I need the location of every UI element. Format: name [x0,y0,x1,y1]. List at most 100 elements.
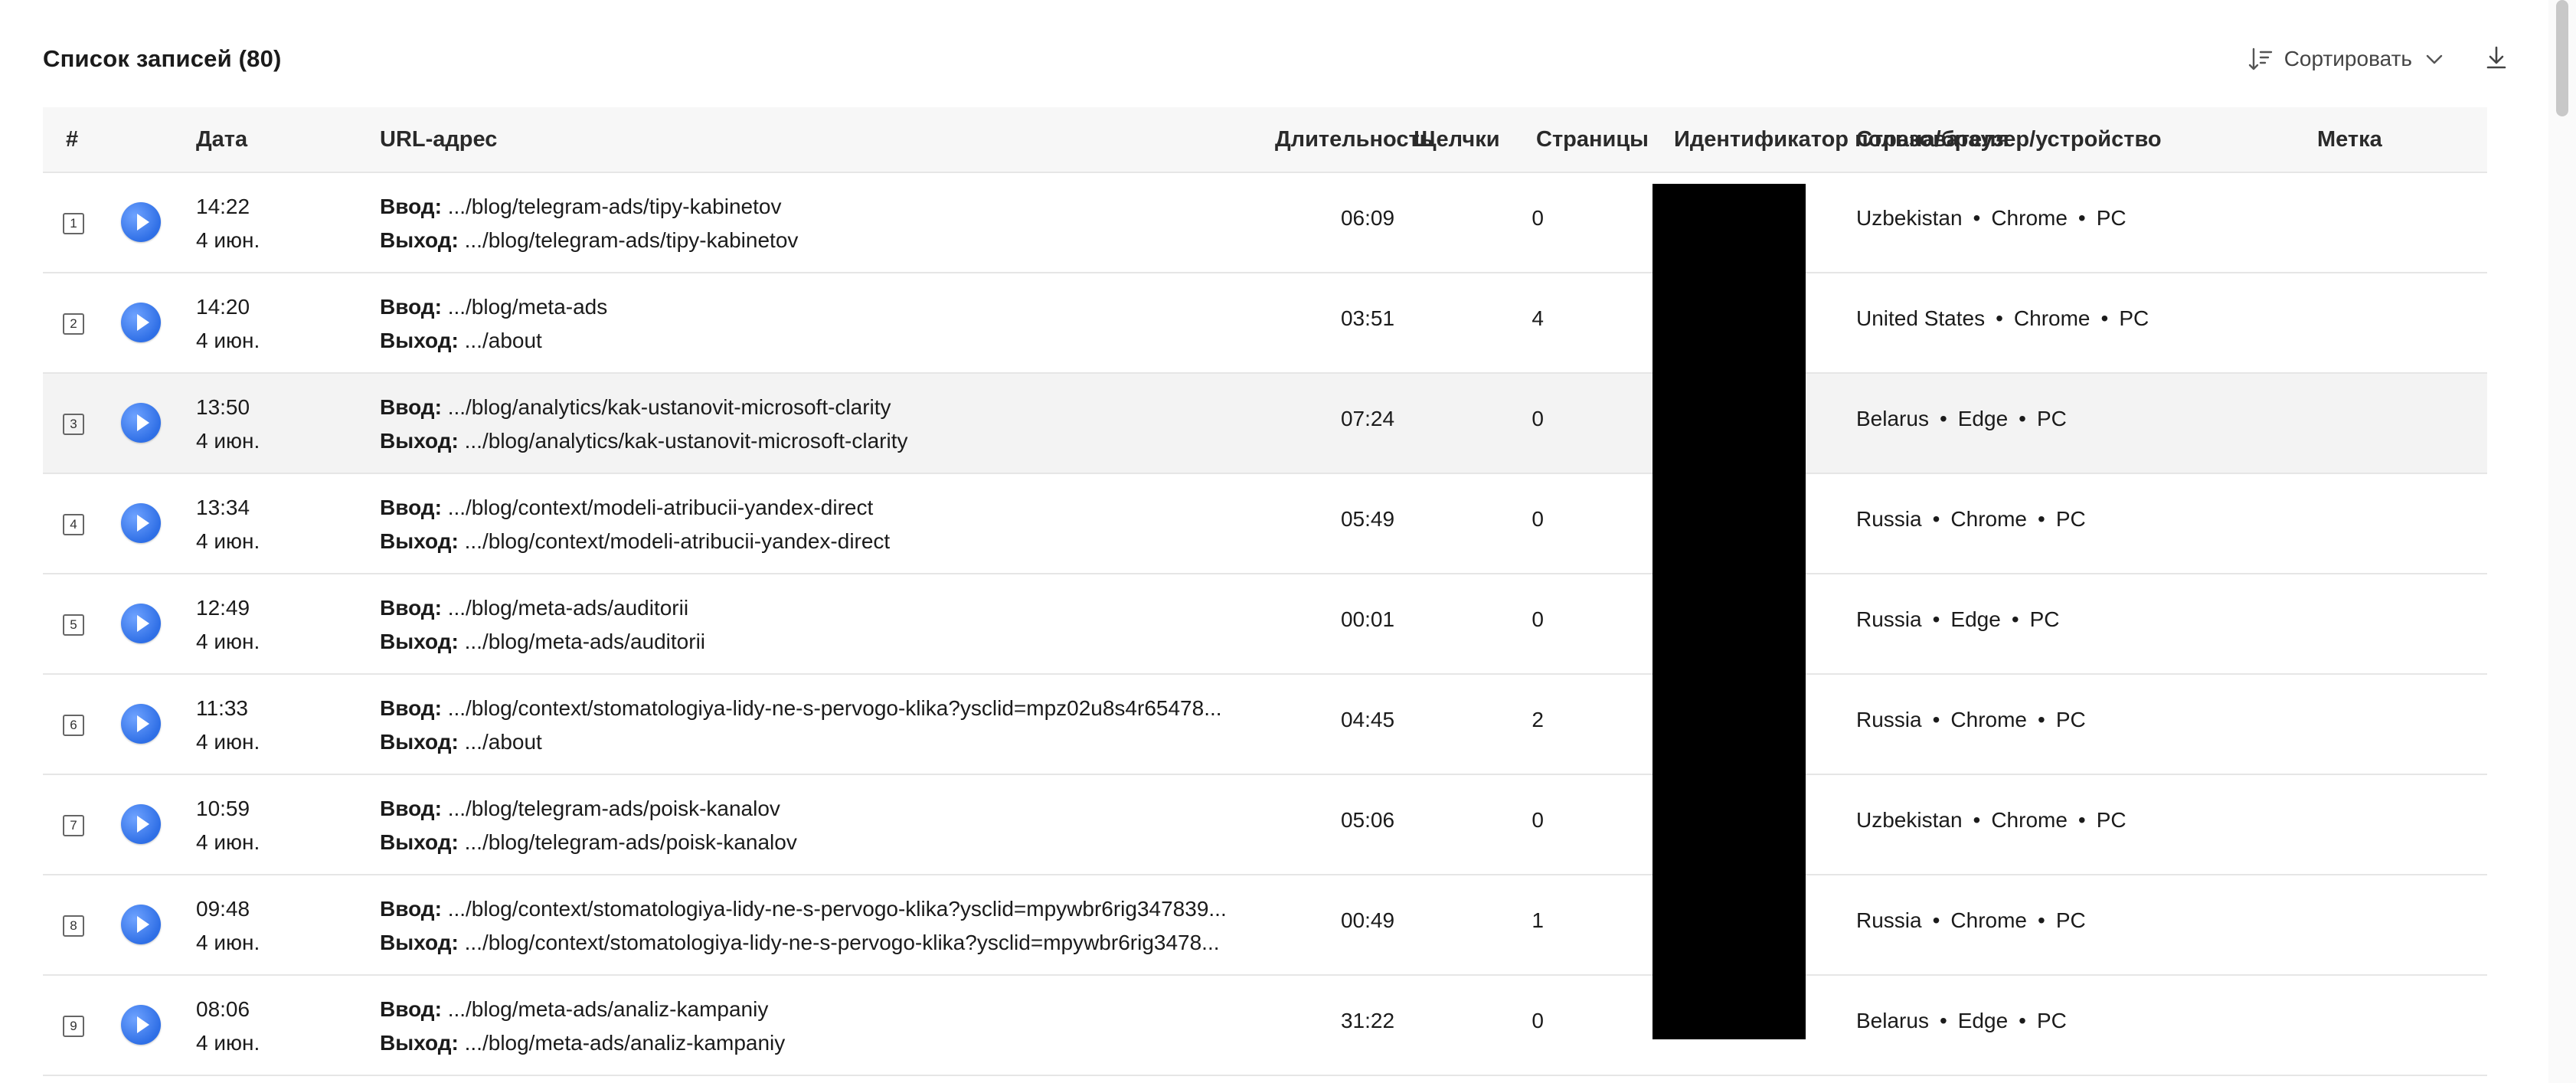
device: PC [2096,808,2127,832]
table-row[interactable]: 4 13:34 4 июн. Ввод: .../blog/context/model… [43,474,2487,574]
table-row[interactable]: 7 10:59 4 июн. Ввод: .../blog/telegram-ads/… [43,775,2487,875]
table-row[interactable]: 3 13:50 4 июн. Ввод: .../blog/analytics/kak… [43,374,2487,474]
play-recording-button[interactable] [121,202,161,242]
country: Russia [1856,607,1922,631]
browser: Edge [1950,607,2001,631]
url-cell: Ввод: .../blog/meta-ads/analiz-kampaniy В… [380,993,1283,1060]
exit-url[interactable]: .../about [465,730,542,754]
device: PC [2055,908,2086,932]
play-recording-button[interactable] [121,1005,161,1045]
exit-url[interactable]: .../blog/context/modeli-atribucii-yandex… [465,529,891,553]
play-icon [137,816,149,833]
exit-url[interactable]: .../blog/analytics/kak-ustanovit-microso… [465,429,908,453]
date-cell: 08:06 4 июн. [196,993,260,1060]
entry-url-line: Ввод: .../blog/meta-ads/auditorii [380,591,1283,625]
exit-url[interactable]: .../about [465,329,542,352]
entry-url[interactable]: .../blog/analytics/kak-ustanovit-microso… [448,395,891,419]
row-date: 4 июн. [196,228,260,252]
entry-url[interactable]: .../blog/telegram-ads/poisk-kanalov [448,797,780,820]
device: PC [2055,507,2086,531]
browser: Chrome [1950,708,2027,731]
exit-url[interactable]: .../blog/meta-ads/analiz-kampaniy [465,1031,786,1055]
col-header-tag[interactable]: Метка [2317,107,2382,172]
clicks-cell: 0 [1532,407,1544,430]
entry-url[interactable]: .../blog/meta-ads/analiz-kampaniy [448,997,769,1021]
entry-label: Ввод: [380,997,442,1021]
exit-label: Выход: [380,630,459,653]
col-header-duration[interactable]: Длительность [1275,107,1433,172]
entry-url[interactable]: .../blog/context/modeli-atribucii-yandex… [448,496,874,519]
entry-url-line: Ввод: .../blog/context/stomatologiya-lid… [380,692,1283,725]
row-date: 4 июн. [196,529,260,553]
separator-dot: • [1932,607,1940,631]
entry-url-line: Ввод: .../blog/context/modeli-atribucii-… [380,491,1283,525]
entry-url[interactable]: .../blog/telegram-ads/tipy-kabinetov [448,195,782,218]
entry-url-line: Ввод: .../blog/telegram-ads/tipy-kabinet… [380,190,1283,224]
browser: Edge [1957,407,2009,430]
entry-url[interactable]: .../blog/context/stomatologiya-lidy-ne-s… [448,696,1222,720]
exit-url[interactable]: .../blog/telegram-ads/tipy-kabinetov [465,228,799,252]
entry-url-line: Ввод: .../blog/meta-ads [380,290,1283,324]
table-row[interactable]: 9 08:06 4 июн. Ввод: .../blog/meta-ads/anal… [43,976,2487,1076]
separator-dot: • [1973,206,1981,230]
env-cell: Russia • Chrome • PC [1856,507,2086,532]
exit-url[interactable]: .../blog/telegram-ads/poisk-kanalov [465,830,797,854]
device: PC [2055,708,2086,731]
col-header-date[interactable]: Дата [196,107,247,172]
play-recording-button[interactable] [121,503,161,543]
exit-url[interactable]: .../blog/context/stomatologiya-lidy-ne-s… [465,931,1220,954]
col-header-pages[interactable]: Страницы [1536,107,1649,172]
entry-url[interactable]: .../blog/context/stomatologiya-lidy-ne-s… [448,897,1227,921]
sort-button[interactable]: Сортировать [2247,46,2446,72]
row-number: 4 [63,514,84,535]
play-recording-button[interactable] [121,303,161,342]
duration-cell: 31:22 [1340,1009,1395,1032]
country: Russia [1856,507,1922,531]
row-number: 8 [63,915,84,937]
clicks-cell: 4 [1532,306,1544,330]
table-row[interactable]: 8 09:48 4 июн. Ввод: .../blog/context/stoma… [43,875,2487,976]
col-header-clicks[interactable]: Щелчки [1414,107,1500,172]
exit-url[interactable]: .../blog/meta-ads/auditorii [465,630,705,653]
row-date: 4 июн. [196,429,260,453]
col-header-env[interactable]: Страна/браузер/устройство [1856,107,2162,172]
play-icon [137,515,149,532]
entry-url[interactable]: .../blog/meta-ads [448,295,608,319]
col-header-url[interactable]: URL-адрес [380,107,497,172]
country: Uzbekistan [1856,206,1963,230]
entry-label: Ввод: [380,395,442,419]
play-icon [137,214,149,231]
exit-label: Выход: [380,529,459,553]
play-recording-button[interactable] [121,804,161,844]
exit-label: Выход: [380,730,459,754]
sort-icon [2247,46,2274,72]
play-recording-button[interactable] [121,704,161,744]
table-row[interactable]: 6 11:33 4 июн. Ввод: .../blog/context/stoma… [43,675,2487,775]
url-cell: Ввод: .../blog/context/stomatologiya-lid… [380,892,1283,960]
clicks-cell: 1 [1532,908,1544,932]
env-cell: Russia • Edge • PC [1856,607,2060,632]
scrollbar[interactable] [2548,0,2576,1083]
duration-cell: 04:45 [1340,708,1395,731]
entry-url[interactable]: .../blog/meta-ads/auditorii [448,596,688,620]
table-row[interactable]: 5 12:49 4 июн. Ввод: .../blog/meta-ads/audi… [43,574,2487,675]
play-recording-button[interactable] [121,905,161,944]
row-date: 4 июн. [196,630,260,653]
scrollbar-thumb[interactable] [2556,0,2568,116]
header-tools: Сортировать [2247,44,2509,74]
play-recording-button[interactable] [121,403,161,443]
separator-dot: • [2077,206,2086,230]
download-button[interactable] [2484,44,2509,74]
env-cell: Uzbekistan • Chrome • PC [1856,206,2127,231]
browser: Chrome [2013,306,2091,330]
play-icon [137,414,149,431]
browser: Edge [1957,1009,2009,1032]
play-recording-button[interactable] [121,604,161,643]
table-row[interactable]: 1 14:22 4 июн. Ввод: .../blog/telegram-ads/… [43,173,2487,273]
chevron-down-icon[interactable] [2423,47,2446,70]
device: PC [2036,1009,2067,1032]
entry-label: Ввод: [380,195,442,218]
table-row[interactable]: 2 14:20 4 июн. Ввод: .../blog/meta-ads Выход… [43,273,2487,374]
list-header: Список записей (80) Сортировать [43,34,2509,84]
duration-cell: 05:49 [1340,507,1395,531]
